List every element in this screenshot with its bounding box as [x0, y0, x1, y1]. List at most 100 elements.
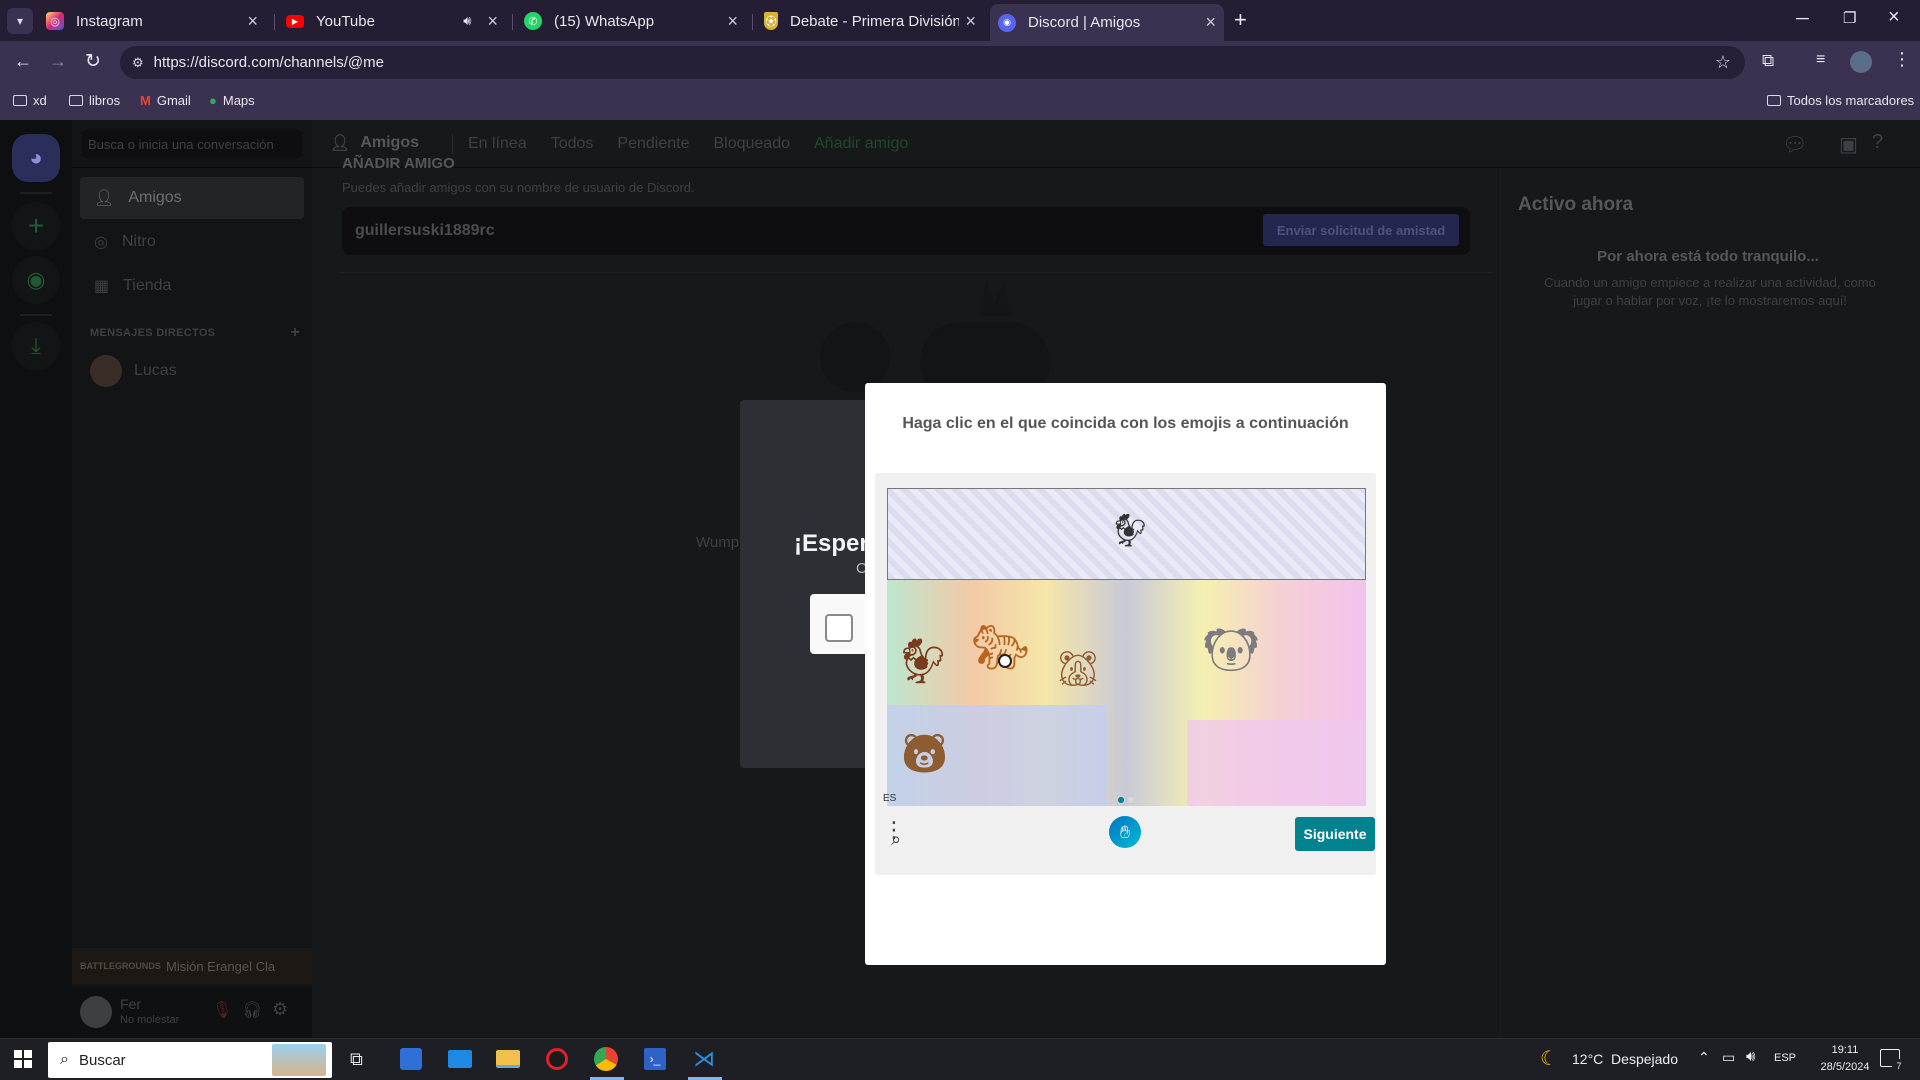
media-control-icon[interactable]: ≡ [1816, 51, 1825, 69]
star-icon[interactable]: ☆ [1715, 52, 1731, 73]
input-language[interactable]: ESP [1774, 1052, 1796, 1064]
captcha-instruction: Haga clic en el que coincida con los emo… [902, 415, 1349, 432]
tab-all[interactable]: Todos [547, 135, 598, 153]
file-explorer-icon[interactable] [496, 1050, 520, 1068]
user-panel: Fer No molestar 🎙︎ 🎧︎ ⚙ [72, 986, 312, 1038]
mail-icon[interactable] [448, 1050, 472, 1068]
chrome-icon[interactable] [594, 1047, 618, 1071]
close-tab-icon[interactable]: × [487, 11, 498, 32]
nav-nitro[interactable]: ◎ Nitro [80, 221, 304, 263]
task-view-icon[interactable]: ⧉ [350, 1049, 363, 1070]
game-activity-panel[interactable]: BATTLEGROUNDS Misión Erangel Cla [72, 948, 312, 984]
avatar[interactable] [80, 996, 112, 1028]
windows-start-icon[interactable] [14, 1050, 32, 1068]
help-icon[interactable]: ? [1872, 131, 1883, 154]
tab-pending[interactable]: Pendiente [613, 135, 693, 153]
inbox-icon[interactable]: ▣ [1839, 132, 1858, 157]
dm-search-input[interactable]: Busca o inicia una conversación [82, 130, 302, 158]
bookmark-label: Maps [222, 93, 255, 108]
close-window-button[interactable]: × [1888, 6, 1900, 29]
captcha-checkbox[interactable] [825, 614, 853, 642]
next-button[interactable]: Siguiente [1295, 817, 1375, 851]
tab-instagram[interactable]: ◎ Instagram × [38, 6, 266, 36]
new-group-dm-icon[interactable]: 💬︎ [1782, 132, 1807, 157]
back-icon[interactable]: ← [14, 51, 32, 72]
nav-label: Tienda [123, 277, 172, 294]
reload-icon[interactable]: ↻ [85, 50, 101, 73]
extensions-icon[interactable]: ⧉ [1762, 51, 1774, 71]
wumpus-caption: Wump [696, 534, 740, 551]
hcaptcha-challenge: Haga clic en el que coincida con los emo… [865, 383, 1386, 965]
active-empty-desc: Cuando un amigo empiece a realizar una a… [1544, 275, 1876, 308]
close-tab-icon[interactable]: × [727, 11, 738, 32]
add-server-icon[interactable]: + [12, 202, 60, 250]
speaker-icon[interactable]: 🔊︎ [463, 13, 471, 29]
clock-date[interactable]: 28/5/2024 [1816, 1061, 1874, 1073]
discord-home-button[interactable]: ◕ [12, 134, 60, 182]
rooster-animal[interactable]: 🐓︎ [895, 635, 951, 699]
taskbar-search[interactable]: ⌕ Buscar [48, 1042, 332, 1078]
bookmark-gmail[interactable]: M Gmail [140, 93, 191, 108]
tab-debate[interactable]: ⚽︎ Debate - Primera División de Ar × [756, 6, 984, 36]
more-options-icon[interactable]: ⋮ [883, 817, 905, 843]
menu-icon[interactable]: ⋮ [1893, 49, 1911, 70]
clock-time[interactable]: 19:11 [1820, 1044, 1870, 1056]
nav-label: Amigos [128, 189, 182, 206]
bookmark-xd[interactable]: xd [13, 93, 47, 108]
create-dm-icon[interactable]: + [290, 324, 300, 342]
mute-icon[interactable]: 🎙︎ [212, 1000, 232, 1020]
add-friend-desc: Puedes añadir amigos con su nombre de us… [342, 180, 695, 195]
tab-search-button[interactable]: ▾ [7, 8, 33, 34]
restore-button[interactable]: ❐ [1843, 9, 1856, 27]
tab-add-friend[interactable]: Añadir amigo [810, 135, 912, 153]
nav-friends[interactable]: 👤︎ Amigos [80, 177, 304, 219]
dm-item-lucas[interactable]: Lucas [80, 350, 304, 392]
page-dot-active [1118, 797, 1124, 803]
hcaptcha-logo-icon[interactable]: ✋︎ [1109, 816, 1141, 848]
send-friend-request-button[interactable]: Enviar solicitud de amistad [1263, 214, 1459, 246]
minimize-button[interactable]: ─ [1796, 8, 1809, 29]
nitro-icon: ◎ [94, 234, 108, 251]
captcha-checkbox-widget[interactable] [810, 594, 870, 654]
store-icon[interactable] [400, 1048, 422, 1070]
powershell-icon[interactable]: ›_ [644, 1048, 666, 1070]
headphones-icon[interactable]: 🎧︎ [242, 1000, 262, 1020]
new-tab-button[interactable]: + [1234, 7, 1247, 33]
bookmark-libros[interactable]: libros [69, 93, 120, 108]
language-selector[interactable]: ES [883, 793, 896, 804]
koala-animal[interactable]: 🐨︎ [1203, 624, 1259, 680]
bookmark-label: libros [89, 93, 121, 108]
explore-servers-icon[interactable]: ◉ [12, 256, 60, 304]
tab-discord[interactable]: ◉ Discord | Amigos × [990, 4, 1224, 41]
nav-shop[interactable]: ▦ Tienda [80, 265, 304, 307]
tab-youtube[interactable]: ▶ YouTube 🔊︎ × [278, 6, 506, 36]
active-now-title: Activo ahora [1518, 194, 1634, 215]
tab-online[interactable]: En línea [464, 135, 531, 153]
settings-gear-icon[interactable]: ⚙ [272, 999, 288, 1020]
tab-whatsapp[interactable]: ✆ (15) WhatsApp × [516, 6, 746, 36]
capybara-animal[interactable]: 🐹︎ [1055, 648, 1101, 698]
tab-blocked[interactable]: Bloqueado [709, 135, 794, 153]
bookmark-maps[interactable]: ● Maps [209, 93, 255, 108]
address-bar[interactable]: ⚙ https://discord.com/channels/@me ☆ [120, 46, 1745, 79]
close-tab-icon[interactable]: × [965, 11, 976, 32]
weather-text[interactable]: 12°C Despejado [1572, 1051, 1678, 1067]
all-bookmarks[interactable]: Todos los marcadores [1767, 93, 1914, 108]
tab-title: Instagram [76, 12, 143, 30]
download-apps-icon[interactable]: ⤓ [12, 322, 60, 370]
close-tab-icon[interactable]: × [1205, 12, 1216, 33]
close-tab-icon[interactable]: × [247, 11, 258, 32]
site-info-icon[interactable]: ⚙ [132, 55, 144, 71]
cursor-dot [998, 654, 1012, 668]
opera-gx-icon[interactable] [546, 1048, 568, 1070]
capybara-animal[interactable]: 🐻︎ [899, 730, 950, 780]
forward-icon[interactable]: → [49, 51, 67, 72]
tiger-animal[interactable]: 🐅︎ [971, 620, 1029, 680]
vscode-icon[interactable]: ⋊ [692, 1046, 716, 1071]
network-icon[interactable]: ▭ [1722, 1049, 1735, 1066]
all-bookmarks-label: Todos los marcadores [1787, 93, 1915, 108]
profile-avatar[interactable] [1850, 51, 1872, 73]
volume-icon[interactable]: 🔊︎ [1746, 1048, 1755, 1065]
tray-chevron-icon[interactable]: ⌃ [1698, 1049, 1710, 1066]
captcha-image-grid[interactable]: 🐓︎ 🐅︎ 🐹︎ 🐨︎ 🐻︎ [887, 580, 1366, 806]
